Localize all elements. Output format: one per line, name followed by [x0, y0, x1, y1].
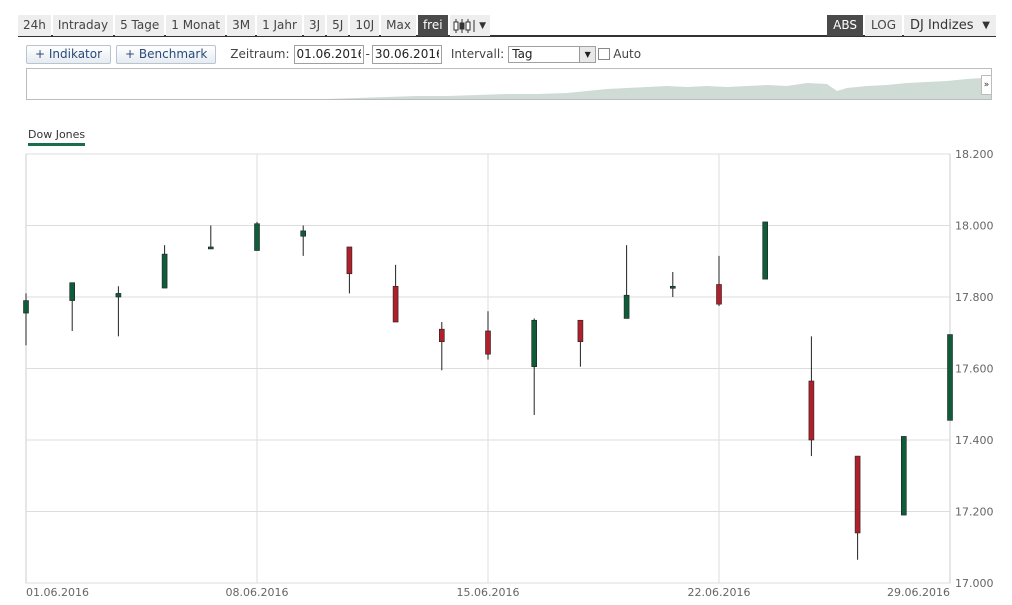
candle-body-up	[23, 300, 29, 314]
y-tick-label: 17.400	[955, 434, 994, 447]
candle-body-down	[346, 246, 353, 275]
candle-body-up	[900, 436, 907, 516]
x-tick-label: 15.06.2016	[457, 586, 520, 599]
candle-body-up	[300, 230, 307, 237]
x-tick-label: 08.06.2016	[226, 586, 289, 599]
x-tick-label: 29.06.2016	[887, 586, 950, 599]
candle-body-up	[254, 223, 260, 251]
y-tick-label: 17.000	[955, 577, 994, 590]
candle-body-up	[531, 319, 538, 368]
y-tick-label: 18.200	[955, 148, 994, 161]
candle-body-down	[485, 330, 491, 355]
candle-body-up	[947, 334, 953, 421]
candle-body-up	[161, 253, 168, 289]
candle-body-down	[854, 455, 861, 534]
candle-body-up	[669, 285, 676, 289]
candle-body-up	[69, 282, 75, 301]
candle-body-down	[716, 284, 722, 305]
x-tick-label: 01.06.2016	[26, 586, 89, 599]
candle-body-down	[392, 285, 399, 323]
candle-body-up	[208, 246, 214, 250]
candle-body-up	[115, 293, 122, 298]
candle-body-down	[808, 380, 815, 441]
y-tick-label: 17.600	[955, 363, 994, 376]
candlestick-chart: 18.200 18.000 17.800 17.600 17.400 17.200 17.0…	[23, 148, 994, 599]
x-tick-label: 22.06.2016	[688, 586, 751, 599]
y-tick-label: 18.000	[955, 220, 994, 233]
y-tick-label: 17.800	[955, 291, 994, 304]
y-tick-label: 17.200	[955, 506, 994, 519]
candle-body-down	[577, 319, 584, 342]
candle-body-up	[762, 221, 769, 280]
candle-body-up	[623, 294, 630, 319]
candle-body-down	[438, 328, 445, 342]
